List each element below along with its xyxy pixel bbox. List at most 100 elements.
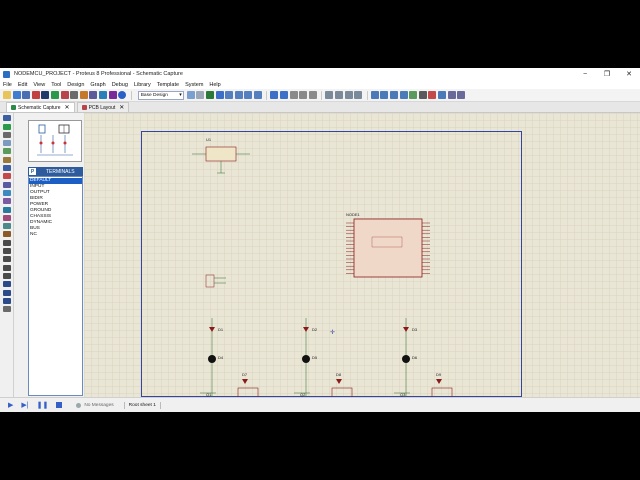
- voltage-probe-icon[interactable]: [3, 214, 11, 221]
- zoom-all-icon[interactable]: [244, 91, 253, 99]
- property-tool-icon[interactable]: [428, 91, 437, 99]
- tab-pcb-layout[interactable]: PCB Layout ✕: [76, 102, 130, 112]
- pick-device-icon[interactable]: [370, 91, 379, 99]
- connector-j1[interactable]: [205, 274, 226, 288]
- maximize-icon[interactable]: ❐: [596, 68, 618, 80]
- undo-icon[interactable]: [270, 91, 279, 99]
- menu-library[interactable]: Library: [134, 82, 151, 88]
- close-icon[interactable]: ✕: [618, 68, 640, 80]
- bus-icon[interactable]: [3, 156, 11, 163]
- netlist-icon[interactable]: [437, 91, 446, 99]
- menu-template[interactable]: Template: [157, 82, 179, 88]
- paste-icon[interactable]: [308, 91, 317, 99]
- open-file-icon[interactable]: [12, 91, 21, 99]
- sheet-name: Root sheet 1: [123, 401, 161, 409]
- pick-button[interactable]: P: [29, 168, 36, 175]
- close-project-icon[interactable]: [31, 91, 40, 99]
- pause-icon[interactable]: ❚❚: [37, 401, 49, 409]
- box-icon[interactable]: [3, 248, 11, 255]
- menu-edit[interactable]: Edit: [18, 82, 27, 88]
- source-code-icon[interactable]: [98, 91, 107, 99]
- refresh-icon[interactable]: [186, 91, 195, 99]
- home-icon[interactable]: [41, 91, 50, 99]
- variant-select[interactable]: Base Design: [137, 90, 184, 100]
- junction-icon[interactable]: [3, 131, 11, 138]
- play-icon[interactable]: ▶: [8, 401, 13, 409]
- component-mode-icon[interactable]: [3, 123, 11, 130]
- menu-tool[interactable]: Tool: [51, 82, 61, 88]
- circle-icon[interactable]: [3, 256, 11, 263]
- tape-recorder-icon[interactable]: [3, 198, 11, 205]
- 3d-view-icon[interactable]: [70, 91, 79, 99]
- marker-icon[interactable]: [3, 297, 11, 304]
- graph-icon[interactable]: [3, 189, 11, 196]
- wire-autorouter-icon[interactable]: [409, 91, 418, 99]
- close-tab-icon[interactable]: ✕: [119, 104, 124, 111]
- zoom-in-icon[interactable]: [225, 91, 234, 99]
- menu-system[interactable]: System: [185, 82, 203, 88]
- menu-design[interactable]: Design: [67, 82, 84, 88]
- search-icon[interactable]: [418, 91, 427, 99]
- debug-icon[interactable]: [108, 91, 117, 99]
- new-sheet-icon[interactable]: [457, 91, 466, 99]
- cut-icon[interactable]: [289, 91, 298, 99]
- step-icon[interactable]: ▶|: [21, 401, 28, 409]
- bom-icon[interactable]: [89, 91, 98, 99]
- menu-file[interactable]: File: [3, 82, 12, 88]
- relay-channel[interactable]: D1D4Q1D7RL1J2: [200, 318, 264, 397]
- packaging-icon[interactable]: [390, 91, 398, 99]
- text-icon[interactable]: [3, 281, 11, 288]
- grid-icon[interactable]: [196, 91, 205, 99]
- text-script-icon[interactable]: [3, 148, 11, 155]
- current-probe-icon[interactable]: [3, 223, 11, 230]
- symbol-icon[interactable]: [3, 289, 11, 296]
- overview-preview[interactable]: [28, 120, 82, 162]
- nodemcu-module[interactable]: NODE1: [346, 212, 430, 278]
- gerber-icon[interactable]: [79, 91, 88, 99]
- zoom-area-icon[interactable]: [253, 91, 262, 99]
- subcircuit-icon[interactable]: [3, 165, 11, 172]
- help-icon[interactable]: [118, 91, 127, 99]
- block-rotate-icon[interactable]: [344, 91, 353, 99]
- terminals-mode-icon[interactable]: [3, 173, 11, 180]
- stop-icon[interactable]: [56, 402, 63, 408]
- terminal-item-nc[interactable]: NC: [29, 232, 82, 238]
- minimize-icon[interactable]: −: [574, 68, 596, 80]
- pan-icon[interactable]: [215, 91, 224, 99]
- path-icon[interactable]: [3, 272, 11, 279]
- pcb-icon[interactable]: [60, 91, 69, 99]
- block-move-icon[interactable]: [335, 91, 344, 99]
- selection-mode-icon[interactable]: [3, 115, 11, 122]
- instruments-icon[interactable]: [3, 231, 11, 238]
- arc-icon[interactable]: [3, 264, 11, 271]
- redo-icon[interactable]: [280, 91, 289, 99]
- toolbar-separator: [321, 90, 323, 100]
- menu-graph[interactable]: Graph: [90, 82, 105, 88]
- menu-view[interactable]: View: [33, 82, 45, 88]
- copy-icon[interactable]: [299, 91, 308, 99]
- wire-label-icon[interactable]: [3, 140, 11, 147]
- schematic-icon[interactable]: [50, 91, 59, 99]
- relay-channel[interactable]: D3D6Q3D9RL3J4: [394, 318, 458, 397]
- regulator-u1[interactable]: U1: [192, 137, 250, 174]
- save-icon[interactable]: [22, 91, 31, 99]
- zoom-out-icon[interactable]: [234, 91, 243, 99]
- tab-schematic-capture[interactable]: Schematic Capture ✕: [6, 102, 75, 112]
- electrical-check-icon[interactable]: [447, 91, 456, 99]
- menu-debug[interactable]: Debug: [112, 82, 128, 88]
- new-file-icon[interactable]: [3, 91, 11, 99]
- close-tab-icon[interactable]: ✕: [65, 104, 70, 111]
- origin-icon[interactable]: [205, 91, 214, 99]
- generator-icon[interactable]: [3, 206, 11, 213]
- block-copy-icon[interactable]: [325, 91, 334, 99]
- schematic-canvas[interactable]: U1 NODE1 D1D4Q1D7RL1J2D2D5Q2D8R: [84, 113, 640, 397]
- decompose-icon[interactable]: [399, 91, 408, 99]
- rotate-icon[interactable]: [3, 306, 11, 313]
- make-device-icon[interactable]: [380, 91, 389, 99]
- line-icon[interactable]: [3, 239, 11, 246]
- block-delete-icon[interactable]: [354, 91, 363, 99]
- pin-icon[interactable]: [3, 181, 11, 188]
- messages-indicator[interactable]: No Messages: [76, 402, 114, 408]
- menu-help[interactable]: Help: [209, 82, 220, 88]
- relay-channel[interactable]: D2D5Q2D8RL2J3: [294, 318, 358, 397]
